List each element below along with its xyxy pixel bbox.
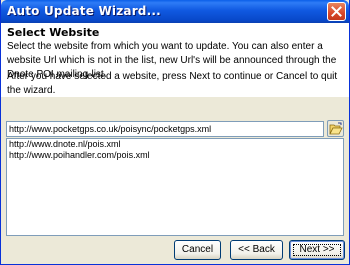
wizard-window: Auto Update Wizard... Select Website Sel…	[0, 0, 350, 265]
header-divider	[1, 96, 349, 97]
next-button[interactable]: Next >>	[289, 240, 345, 260]
close-icon	[331, 6, 342, 17]
title-bar[interactable]: Auto Update Wizard...	[1, 0, 349, 23]
list-item[interactable]: http://www.poihandler.com/pois.xml	[7, 150, 343, 161]
list-item[interactable]: http://www.dnote.nl/pois.xml	[7, 139, 343, 150]
window-title: Auto Update Wizard...	[7, 4, 161, 18]
cancel-button[interactable]: Cancel	[174, 240, 221, 260]
folder-open-icon	[329, 122, 343, 135]
close-button[interactable]	[327, 2, 346, 21]
back-button[interactable]: << Back	[230, 240, 283, 260]
website-list[interactable]: http://www.dnote.nl/pois.xml http://www.…	[6, 138, 344, 236]
focus-rect	[293, 244, 341, 256]
browse-button[interactable]	[327, 120, 344, 137]
website-url-input[interactable]: http://www.pocketgps.co.uk/poisync/pocke…	[6, 121, 324, 137]
page-title: Select Website	[7, 26, 100, 39]
instruction-text: After you have selected a website, press…	[7, 71, 338, 96]
wizard-header: Select Website Select the website from w…	[1, 23, 349, 97]
